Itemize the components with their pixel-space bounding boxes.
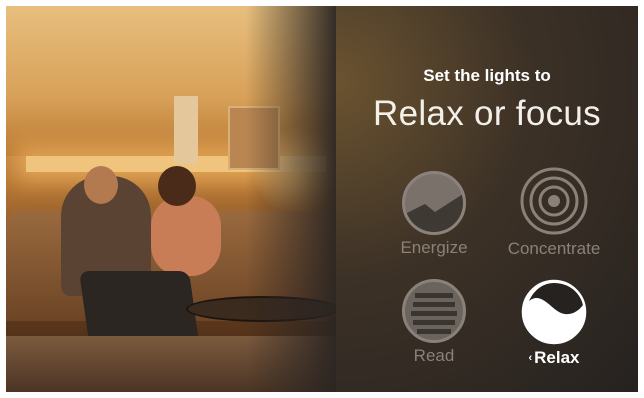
woman-head <box>158 166 196 206</box>
yin-yang-icon <box>521 279 587 345</box>
photo-fade <box>246 6 336 392</box>
scene-panel: Set the lights to Relax or focus Energiz… <box>336 6 638 392</box>
woman-figure <box>151 196 221 276</box>
energize-icon <box>402 171 466 235</box>
kicker-text: Set the lights to <box>423 66 551 85</box>
relax-text: Relax <box>534 348 580 367</box>
man-head <box>84 166 118 204</box>
mode-label-relax: ‹ Relax <box>494 348 614 368</box>
ad-banner: Set the lights to Relax or focus Energiz… <box>6 6 638 392</box>
concentric-rings-icon <box>519 166 589 236</box>
wall-art <box>174 96 198 164</box>
horizontal-lines-icon <box>402 279 466 343</box>
mode-label-read: Read <box>413 346 455 365</box>
mode-label-concentrate: Concentrate <box>507 239 601 258</box>
mode-read-button[interactable]: Read <box>374 279 494 366</box>
headline: Relax or focus <box>373 94 601 133</box>
living-room-photo <box>6 6 336 392</box>
mode-relax-button[interactable]: ‹ Relax <box>494 279 614 368</box>
mode-concentrate-button[interactable]: Concentrate <box>494 166 614 259</box>
mode-energize-button[interactable]: Energize <box>374 171 494 258</box>
mode-label-energize: Energize <box>400 238 468 257</box>
chevron-left-icon: ‹ <box>528 352 533 364</box>
